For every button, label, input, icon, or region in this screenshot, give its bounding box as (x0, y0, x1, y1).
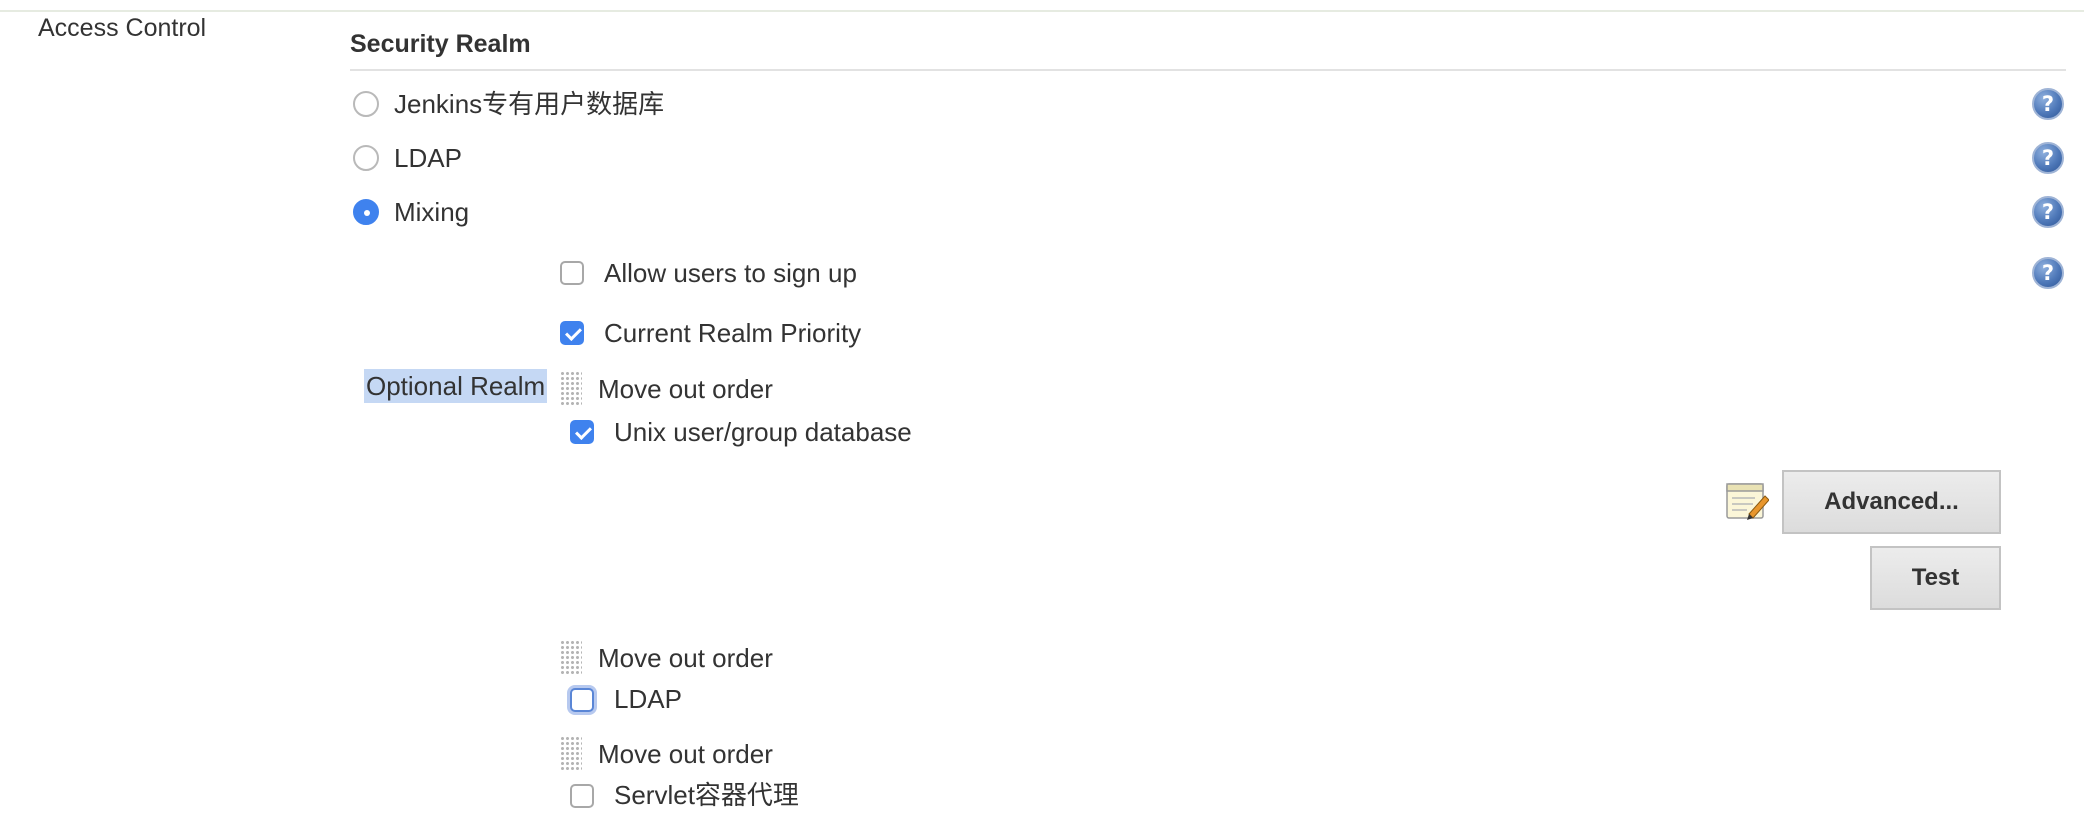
move-out-order-label: Move out order (598, 374, 773, 404)
current-realm-priority-checkbox[interactable] (560, 321, 584, 345)
move-out-order-label: Move out order (598, 643, 773, 673)
realm-servlet-label[interactable]: Servlet容器代理 (614, 780, 799, 810)
help-icon[interactable]: ? (2032, 196, 2064, 228)
current-realm-priority-label[interactable]: Current Realm Priority (604, 318, 861, 348)
realm-unix-label[interactable]: Unix user/group database (614, 417, 912, 447)
realm-ldap-label[interactable]: LDAP (614, 684, 682, 714)
section-label: Access Control (38, 14, 207, 42)
radio-button[interactable] (353, 145, 379, 171)
realm-ldap-checkbox[interactable] (570, 688, 594, 712)
radio-label-jenkins-db[interactable]: Jenkins专有用户数据库 (394, 89, 664, 119)
help-icon[interactable]: ? (2032, 88, 2064, 120)
allow-signup-checkbox[interactable] (560, 261, 584, 285)
realm-servlet-checkbox[interactable] (570, 784, 594, 808)
drag-handle-icon[interactable] (560, 371, 582, 407)
optional-realm-label: Optional Realm (364, 369, 548, 403)
security-realm-heading: Security Realm (350, 30, 531, 58)
heading-divider (350, 69, 2066, 71)
realm-unix-checkbox[interactable] (570, 420, 594, 444)
notepad-icon (1725, 480, 1770, 522)
test-button[interactable]: Test (1870, 546, 2001, 610)
move-out-order-label: Move out order (598, 739, 773, 769)
help-icon[interactable]: ? (2032, 257, 2064, 289)
radio-button-selected[interactable] (353, 199, 379, 225)
drag-handle-icon[interactable] (560, 640, 582, 676)
advanced-button[interactable]: Advanced... (1782, 470, 2001, 534)
help-icon[interactable]: ? (2032, 142, 2064, 174)
top-divider (0, 0, 2084, 12)
allow-signup-label[interactable]: Allow users to sign up (604, 258, 857, 288)
radio-label-mixing[interactable]: Mixing (394, 197, 469, 227)
drag-handle-icon[interactable] (560, 736, 582, 772)
radio-button[interactable] (353, 91, 379, 117)
radio-label-ldap[interactable]: LDAP (394, 143, 462, 173)
